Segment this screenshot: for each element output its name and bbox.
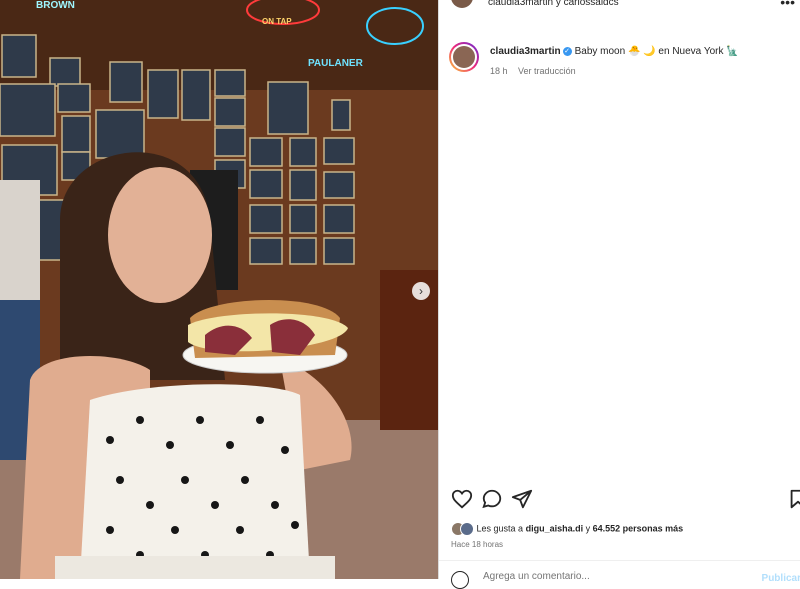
post-authors[interactable]: claudia3martin y carlossaidcs	[488, 0, 619, 8]
comment-icon[interactable]	[481, 488, 503, 510]
caption-time[interactable]: 18 h	[490, 66, 508, 76]
likes-middle: y	[585, 523, 591, 534]
comment-bar: Publicar	[439, 560, 800, 589]
caption-meta: 18 h Ver traducción	[490, 66, 584, 76]
post-image	[0, 0, 438, 579]
translate-link[interactable]: Ver traducción	[518, 66, 576, 76]
chevron-right-icon: ›	[419, 284, 423, 298]
liker-avatar	[460, 522, 474, 536]
bookmark-icon[interactable]	[787, 488, 800, 510]
send-icon[interactable]	[511, 488, 533, 510]
neon-sign-on-tap: ON TAP	[262, 17, 292, 26]
caption-body: Baby moon 🐣 🌙 en Nueva York 🗽	[574, 46, 739, 57]
likes-count[interactable]: 64.552 personas más	[593, 523, 684, 533]
neon-sign-paulaner: PAULANER	[308, 58, 363, 69]
likes-prefix: Les gusta a	[476, 523, 524, 534]
likes-summary: Les gusta a digu_aisha.di y 64.552 perso…	[451, 522, 683, 536]
caption-text-line: claudia3martin ✓ Baby moon 🐣 🌙 en Nueva Yo…	[490, 46, 739, 57]
heart-icon[interactable]	[451, 488, 473, 510]
action-bar	[449, 488, 800, 512]
next-photo-button[interactable]: ›	[412, 282, 430, 300]
avatar[interactable]	[451, 0, 473, 8]
comment-input[interactable]	[481, 570, 745, 583]
post-header: claudia3martin y carlossaidcs •••	[439, 0, 800, 10]
verified-badge-icon: ✓	[562, 46, 572, 56]
caption-avatar[interactable]	[449, 42, 479, 72]
emoji-icon[interactable]	[451, 571, 469, 589]
post-photo[interactable]: BROWN ON TAP PAULANER ›	[0, 0, 438, 579]
likes-user[interactable]: digu_aisha.di	[526, 523, 584, 533]
caption-username[interactable]: claudia3martin	[490, 46, 561, 57]
ellipsis-icon[interactable]: •••	[780, 0, 795, 10]
post-time-ago: Hace 18 horas	[451, 540, 504, 549]
post-side-panel: claudia3martin y carlossaidcs ••• claudi…	[438, 0, 800, 589]
neon-sign-brown: BROWN	[36, 0, 75, 11]
